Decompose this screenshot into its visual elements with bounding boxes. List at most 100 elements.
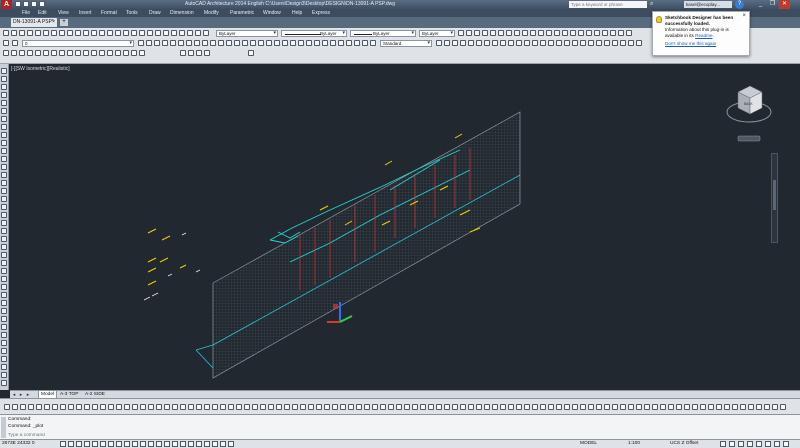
draw-tool-icon[interactable]	[1, 196, 7, 202]
menu-window[interactable]: Window	[263, 9, 281, 17]
draw-tool-icon[interactable]	[1, 116, 7, 122]
layer-state-icon[interactable]	[154, 40, 160, 46]
annotation-tool-icon[interactable]	[12, 404, 18, 410]
menu-modify[interactable]: Modify	[204, 9, 219, 17]
style-tool-icon[interactable]	[466, 30, 472, 36]
workspace-icon[interactable]	[196, 50, 202, 56]
annotation-tool-icon[interactable]	[380, 404, 386, 410]
status-toggle-icon[interactable]	[92, 441, 98, 447]
style-tool-icon[interactable]	[458, 30, 464, 36]
annotation-tool-icon[interactable]	[604, 404, 610, 410]
navigation-bar[interactable]	[771, 153, 778, 243]
quick-access-icon[interactable]	[39, 1, 45, 7]
modify-tool-icon[interactable]	[11, 50, 17, 56]
quick-access-icon[interactable]	[15, 1, 21, 7]
annotation-tool-icon[interactable]	[564, 404, 570, 410]
annotation-tool-icon[interactable]	[404, 404, 410, 410]
annotation-tool-icon[interactable]	[700, 404, 706, 410]
annotation-scale[interactable]: 1:100	[628, 441, 640, 446]
annotation-tool-icon[interactable]	[324, 404, 330, 410]
dimension-style-icon[interactable]	[492, 40, 498, 46]
modify-tool-icon[interactable]	[91, 50, 97, 56]
standard-tool-icon[interactable]	[107, 30, 113, 36]
standard-tool-icon[interactable]	[43, 30, 49, 36]
menu-view[interactable]: View	[58, 9, 69, 17]
layer-state-icon[interactable]	[338, 40, 344, 46]
status-tray-icon[interactable]	[729, 441, 735, 447]
annotation-tool-icon[interactable]	[276, 404, 282, 410]
layer-state-icon[interactable]	[258, 40, 264, 46]
modify-tool-icon[interactable]	[75, 50, 81, 56]
draw-tool-icon[interactable]	[1, 348, 7, 354]
linetype-dropdown[interactable]: ByLayer	[281, 30, 347, 37]
annotation-tool-icon[interactable]	[44, 404, 50, 410]
style-tool-icon[interactable]	[626, 30, 632, 36]
annotation-tool-icon[interactable]	[140, 404, 146, 410]
layer-state-icon[interactable]	[362, 40, 368, 46]
annotation-tool-icon[interactable]	[92, 404, 98, 410]
draw-tool-icon[interactable]	[1, 276, 7, 282]
annotation-tool-icon[interactable]	[740, 404, 746, 410]
layer-state-icon[interactable]	[210, 40, 216, 46]
draw-tool-icon[interactable]	[1, 252, 7, 258]
draw-tool-icon[interactable]	[1, 132, 7, 138]
dimension-style-icon[interactable]	[468, 40, 474, 46]
status-toggle-icon[interactable]	[68, 441, 74, 447]
draw-tool-icon[interactable]	[1, 260, 7, 266]
draw-tool-icon[interactable]	[1, 212, 7, 218]
navigation-thumb[interactable]	[773, 180, 776, 210]
annotation-tool-icon[interactable]	[204, 404, 210, 410]
minimize-button[interactable]: _	[755, 0, 766, 9]
annotation-tool-icon[interactable]	[372, 404, 378, 410]
dimension-style-icon[interactable]	[484, 40, 490, 46]
workspace-icon[interactable]	[204, 50, 210, 56]
annotation-tool-icon[interactable]	[268, 404, 274, 410]
annotation-tool-icon[interactable]	[676, 404, 682, 410]
annotation-tool-icon[interactable]	[708, 404, 714, 410]
layer-state-icon[interactable]	[346, 40, 352, 46]
annotation-tool-icon[interactable]	[444, 404, 450, 410]
annotation-tool-icon[interactable]	[292, 404, 298, 410]
draw-tool-icon[interactable]	[1, 300, 7, 306]
modify-tool-icon[interactable]	[35, 50, 41, 56]
annotation-tool-icon[interactable]	[300, 404, 306, 410]
annotation-tool-icon[interactable]	[484, 404, 490, 410]
draw-tool-icon[interactable]	[1, 356, 7, 362]
standard-tool-icon[interactable]	[163, 30, 169, 36]
status-toggle-icon[interactable]	[220, 441, 226, 447]
standard-tool-icon[interactable]	[67, 30, 73, 36]
modify-tool-icon[interactable]	[131, 50, 137, 56]
close-tab-icon[interactable]: ×	[52, 18, 55, 27]
command-window-grip[interactable]	[1, 417, 6, 438]
status-tray-icon[interactable]	[747, 441, 753, 447]
menu-help[interactable]: Help	[292, 9, 302, 17]
palette-icon[interactable]	[248, 50, 254, 56]
annotation-tool-icon[interactable]	[756, 404, 762, 410]
layer-state-icon[interactable]	[202, 40, 208, 46]
dimension-style-icon[interactable]	[500, 40, 506, 46]
annotation-tool-icon[interactable]	[188, 404, 194, 410]
draw-tool-icon[interactable]	[1, 340, 7, 346]
modify-tool-icon[interactable]	[123, 50, 129, 56]
dimension-style-icon[interactable]	[612, 40, 618, 46]
layer-state-icon[interactable]	[282, 40, 288, 46]
draw-tool-icon[interactable]	[1, 156, 7, 162]
layer-state-icon[interactable]	[274, 40, 280, 46]
modify-tool-icon[interactable]	[107, 50, 113, 56]
standard-tool-icon[interactable]	[59, 30, 65, 36]
menu-dimension[interactable]: Dimension	[170, 9, 194, 17]
maximize-button[interactable]: ❐	[767, 0, 778, 9]
dimension-style-icon[interactable]	[556, 40, 562, 46]
annotation-tool-icon[interactable]	[660, 404, 666, 410]
layer-dropdown[interactable]: 0	[22, 40, 134, 47]
annotation-tool-icon[interactable]	[76, 404, 82, 410]
layer-state-icon[interactable]	[194, 40, 200, 46]
style-tool-icon[interactable]	[554, 30, 560, 36]
draw-tool-icon[interactable]	[1, 124, 7, 130]
annotation-tool-icon[interactable]	[212, 404, 218, 410]
annotation-tool-icon[interactable]	[348, 404, 354, 410]
annotation-tool-icon[interactable]	[548, 404, 554, 410]
close-notification-button[interactable]: ×	[742, 13, 746, 19]
annotation-tool-icon[interactable]	[580, 404, 586, 410]
style-tool-icon[interactable]	[538, 30, 544, 36]
